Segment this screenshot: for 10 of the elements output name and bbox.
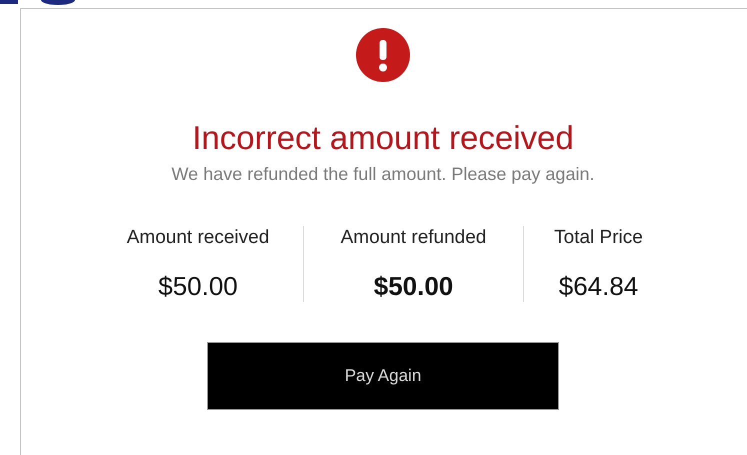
amount-value: $50.00: [374, 270, 454, 302]
alert-title: Incorrect amount received: [192, 118, 574, 158]
pay-again-button[interactable]: Pay Again: [207, 342, 559, 410]
amount-value: $64.84: [558, 270, 638, 302]
amount-label: Amount refunded: [340, 226, 486, 250]
amount-label: Amount received: [126, 226, 270, 250]
amount-value: $50.00: [158, 270, 238, 302]
error-icon: [356, 28, 410, 82]
amount-label: Total Price: [554, 226, 643, 250]
alert-message: We have refunded the full amount. Please pay again.: [172, 163, 594, 186]
